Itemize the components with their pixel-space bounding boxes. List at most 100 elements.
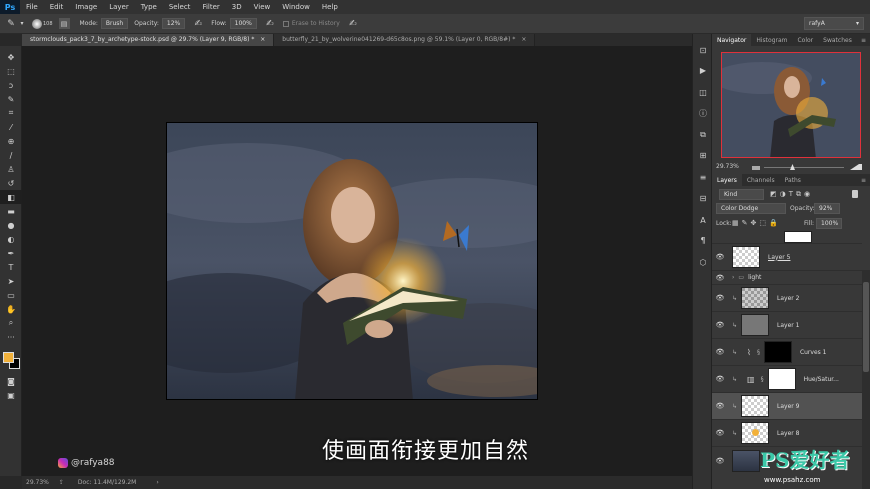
visibility-eye-icon[interactable]: 👁: [712, 348, 728, 356]
layer-row[interactable]: 👁 ↳ ⌇ § Curves 1: [712, 339, 862, 366]
visibility-eye-icon[interactable]: 👁: [712, 321, 728, 329]
path-select-tool-icon[interactable]: ➤: [0, 274, 22, 288]
menu-window[interactable]: Window: [276, 3, 316, 11]
layer-row-selected[interactable]: 👁 ↳ Layer 9: [712, 393, 862, 420]
menu-select[interactable]: Select: [163, 3, 197, 11]
layer-name[interactable]: Curves 1: [800, 349, 827, 356]
tab-layers[interactable]: Layers: [712, 174, 742, 186]
chevron-down-icon[interactable]: ▾: [18, 17, 26, 31]
shape-tool-icon[interactable]: ▭: [0, 288, 22, 302]
layer-row[interactable]: 👁 Layer 5: [712, 244, 862, 271]
mode-dropdown[interactable]: Brush: [100, 18, 129, 29]
panel-menu-icon[interactable]: ≡: [861, 177, 866, 184]
quick-mask-icon[interactable]: ◙: [0, 374, 22, 388]
zoom-in-icon[interactable]: [850, 162, 862, 170]
tab-color[interactable]: Color: [792, 37, 818, 44]
tab-butterfly[interactable]: butterfly_21_by_wolverine041269-d65c8os.…: [274, 34, 536, 46]
libraries-panel-icon[interactable]: ⊞: [693, 148, 713, 164]
menu-layer[interactable]: Layer: [103, 3, 135, 11]
blur-tool-icon[interactable]: ●: [0, 218, 22, 232]
history-panel-icon[interactable]: ⊡: [693, 42, 713, 58]
layer-name[interactable]: light: [748, 274, 761, 281]
menu-filter[interactable]: Filter: [196, 3, 225, 11]
lasso-tool-icon[interactable]: ↄ: [0, 78, 22, 92]
visibility-eye-icon[interactable]: 👁: [712, 402, 728, 410]
status-zoom[interactable]: 29.73%: [26, 479, 49, 486]
layer-row-partial[interactable]: [712, 230, 862, 244]
fill-input[interactable]: 100%: [816, 218, 842, 229]
actions-panel-icon[interactable]: ▶: [693, 63, 713, 79]
filter-kind-dropdown[interactable]: Kind: [716, 189, 764, 200]
info-panel-icon[interactable]: ⓘ: [693, 105, 713, 121]
paragraph-panel-icon[interactable]: ¶: [693, 233, 713, 249]
menu-edit[interactable]: Edit: [44, 3, 70, 11]
visibility-eye-icon[interactable]: 👁: [712, 274, 728, 282]
eyedropper-tool-icon[interactable]: ⁄: [0, 120, 22, 134]
canvas-area[interactable]: 使画面衔接更加自然 @rafya88: [22, 46, 692, 476]
layer-name[interactable]: Layer 5: [768, 254, 790, 261]
type-tool-icon[interactable]: T: [0, 260, 22, 274]
erase-history-checkbox[interactable]: [282, 20, 289, 27]
pen-tool-icon[interactable]: ✒: [0, 246, 22, 260]
visibility-eye-icon[interactable]: 👁: [712, 457, 728, 465]
layer-opacity-input[interactable]: 92%: [814, 203, 840, 214]
close-icon[interactable]: ×: [521, 36, 526, 43]
status-arrow-icon[interactable]: ›: [156, 479, 158, 486]
zoom-out-icon[interactable]: [752, 164, 760, 170]
tab-navigator[interactable]: Navigator: [712, 34, 752, 46]
layer-row[interactable]: 👁 ↳ Layer 1: [712, 312, 862, 339]
lock-icons[interactable]: ▦✎✥⬚🔒: [732, 219, 781, 227]
clone-source-panel-icon[interactable]: ⊟: [693, 190, 713, 206]
menu-view[interactable]: View: [248, 3, 277, 11]
brush-panel-icon[interactable]: ▤: [58, 18, 70, 29]
layer-group-row[interactable]: 👁 › ▭ light: [712, 271, 862, 285]
opacity-input[interactable]: 12%: [161, 18, 186, 29]
navigator-zoom-readout[interactable]: 29.73%: [716, 163, 739, 170]
layer-name[interactable]: Layer 1: [777, 322, 799, 329]
filter-icons[interactable]: ◩◑T⧉◉: [770, 190, 813, 199]
airbrush-icon[interactable]: ✍: [263, 17, 277, 31]
dodge-tool-icon[interactable]: ◐: [0, 232, 22, 246]
visibility-eye-icon[interactable]: 👁: [712, 253, 728, 261]
healing-brush-tool-icon[interactable]: ⊕: [0, 134, 22, 148]
menu-help[interactable]: Help: [316, 3, 344, 11]
brush-settings-panel-icon[interactable]: ≡: [693, 170, 713, 186]
blend-mode-dropdown[interactable]: Color Dodge: [716, 203, 786, 214]
flow-input[interactable]: 100%: [229, 18, 257, 29]
menu-3d[interactable]: 3D: [226, 3, 248, 11]
tab-stormclouds[interactable]: stormclouds_pack3_7_by_archetype-stock.p…: [22, 34, 275, 46]
pressure-opacity-icon[interactable]: ✍: [191, 17, 205, 31]
visibility-eye-icon[interactable]: 👁: [712, 429, 728, 437]
crop-tool-icon[interactable]: ⌗: [0, 106, 22, 120]
eraser-tool-icon[interactable]: ✎: [4, 17, 18, 31]
3d-panel-icon[interactable]: ⬡: [693, 255, 713, 271]
layer-row[interactable]: 👁 ↳ Layer 2: [712, 285, 862, 312]
gradient-tool-icon[interactable]: ▬: [0, 204, 22, 218]
layer-name[interactable]: Layer 2: [777, 295, 799, 302]
visibility-eye-icon[interactable]: 👁: [712, 294, 728, 302]
tab-histogram[interactable]: Histogram: [751, 37, 792, 44]
adjustments-panel-icon[interactable]: ◫: [693, 85, 713, 101]
properties-panel-icon[interactable]: ⧉: [693, 127, 713, 143]
tab-paths[interactable]: Paths: [780, 177, 806, 184]
layers-scrollbar-thumb[interactable]: [863, 282, 869, 372]
history-brush-tool-icon[interactable]: ↺: [0, 176, 22, 190]
eraser-tool-icon[interactable]: ◧: [0, 190, 22, 204]
layer-name[interactable]: Layer 9: [777, 403, 799, 410]
quick-select-tool-icon[interactable]: ✎: [0, 92, 22, 106]
navigator-preview[interactable]: [721, 52, 861, 158]
zoom-slider[interactable]: [764, 167, 844, 168]
chevron-right-icon[interactable]: ›: [732, 274, 734, 281]
move-tool-icon[interactable]: ✥: [0, 50, 22, 64]
more-tools-icon[interactable]: ···: [0, 330, 22, 344]
clone-stamp-tool-icon[interactable]: ♙: [0, 162, 22, 176]
tab-swatches[interactable]: Swatches: [818, 37, 857, 44]
panel-menu-icon[interactable]: ≡: [861, 37, 866, 44]
screen-mode-icon[interactable]: ▣: [0, 388, 22, 402]
workspace-dropdown[interactable]: rafyA ▾: [804, 17, 864, 30]
menu-file[interactable]: File: [20, 3, 44, 11]
marquee-tool-icon[interactable]: ⬚: [0, 64, 22, 78]
document-image[interactable]: [166, 122, 538, 400]
visibility-eye-icon[interactable]: 👁: [712, 375, 728, 383]
brush-preset-picker[interactable]: 108: [32, 18, 53, 29]
